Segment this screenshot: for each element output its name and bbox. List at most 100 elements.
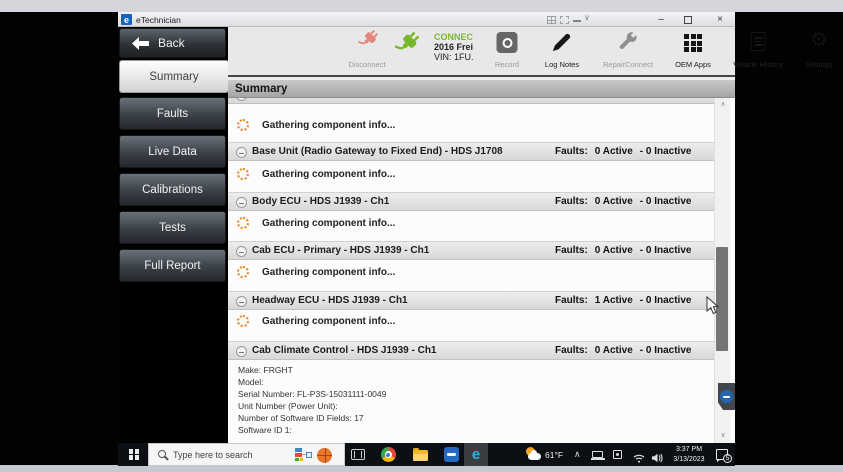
record-button[interactable]: Record <box>481 27 533 75</box>
ecu-name: Base Unit (Radio Gateway to Fixed End) -… <box>252 146 503 157</box>
oem-apps-button[interactable]: OEM Apps <box>666 27 720 75</box>
collapse-icon[interactable] <box>236 98 247 101</box>
ecu-row-headway-ecu[interactable]: Headway ECU - HDS J1939 - Ch1 Faults:1 A… <box>228 291 718 310</box>
letterbox-bottom <box>0 465 843 472</box>
faults-active: 0 Active <box>595 345 633 356</box>
collapse-icon[interactable] <box>236 147 247 158</box>
resize-icon[interactable] <box>560 16 569 24</box>
back-arrow-icon <box>132 37 150 50</box>
screen: e eTechnician ∨ – × Back Summary Faults … <box>0 0 843 472</box>
grid-icon[interactable] <box>547 16 556 24</box>
collapse-icon[interactable] <box>236 246 247 257</box>
connection-status: CONNEC 2016 Frei VIN: 1FU. <box>434 32 474 62</box>
taskbar-search[interactable]: Type here to search <box>148 443 345 466</box>
scroll-up-arrow[interactable]: ∧ <box>717 100 729 110</box>
sidebar-item-summary[interactable]: Summary <box>119 60 229 93</box>
volume-icon[interactable] <box>651 450 663 468</box>
folder-icon <box>413 450 428 461</box>
letterbox-top <box>0 0 843 12</box>
start-button[interactable] <box>122 443 146 466</box>
file-explorer-button[interactable] <box>408 443 432 466</box>
ecu-name: Cab ECU - Primary - HDS J1939 - Ch1 <box>252 245 429 256</box>
loading-text: Gathering component info... <box>262 267 395 278</box>
search-highlight-icon[interactable] <box>295 448 312 462</box>
titlebar: e eTechnician ∨ – × <box>118 12 735 27</box>
loading-row: Gathering component info... <box>228 167 718 185</box>
chevron-down-icon[interactable]: ∨ <box>584 13 590 22</box>
faults-active: 0 Active <box>595 98 633 100</box>
faults-active: 0 Active <box>595 196 633 207</box>
ecu-row-body-ecu[interactable]: Body ECU - HDS J1939 - Ch1 Faults: 0 Acti… <box>228 192 718 211</box>
edge-icon: e <box>472 447 480 462</box>
task-view-button[interactable] <box>346 443 370 466</box>
ecu-faults: Faults:1 Active- 0 Inactive <box>555 295 698 306</box>
component-details: Make: FRGHT Model: Serial Number: FL-P3S… <box>238 364 386 436</box>
spinner-icon <box>237 315 249 327</box>
ecu-name: Body ECU - HDS J1939 - Ch1 <box>252 196 389 207</box>
windows-taskbar: Type here to search e 61°F ∧ 3:37 PM 3/1… <box>118 443 735 466</box>
faults-inactive: - 0 Inactive <box>640 245 692 256</box>
remote-session-toolbar: ∨ <box>545 12 605 27</box>
ecu-faults: Faults:0 Active- 0 Inactive <box>555 196 698 207</box>
loading-text: Gathering component info... <box>262 120 395 131</box>
faults-label: Faults: <box>555 98 588 100</box>
spinner-icon <box>237 266 249 278</box>
collapse-icon[interactable] <box>236 197 247 208</box>
collapse-icon[interactable] <box>236 296 247 307</box>
sidebar-label: Tests <box>159 222 186 234</box>
ecu-faults: Faults:0 Active- 0 Inactive <box>555 345 698 356</box>
faults-active: 1 Active <box>595 295 633 306</box>
scroll-down-arrow[interactable]: ∨ <box>717 431 729 441</box>
record-icon <box>497 32 518 53</box>
sidebar-item-faults[interactable]: Faults <box>119 97 226 130</box>
weather-icon[interactable] <box>526 447 542 462</box>
network-icon[interactable] <box>633 450 645 468</box>
log-notes-button[interactable]: Log Notes <box>536 27 588 75</box>
connection-vehicle-text: 2016 Frei <box>434 42 474 52</box>
spinner-icon <box>237 168 249 180</box>
faults-label: Faults: <box>555 345 588 356</box>
teamviewer-button[interactable] <box>439 443 463 466</box>
ecu-name: Cab Climate Control - HDS J1939 - Ch1 <box>252 345 436 356</box>
faults-label: Faults: <box>555 245 588 256</box>
temperature[interactable]: 61°F <box>545 450 563 460</box>
teamviewer-panel-handle[interactable] <box>718 383 735 410</box>
ecu-row-cab-ecu[interactable]: Cab ECU - Primary - HDS J1939 - Ch1 Faul… <box>228 241 718 260</box>
apps-grid-icon <box>684 34 702 52</box>
window-maximize-button[interactable] <box>684 16 692 24</box>
sidebar-item-tests[interactable]: Tests <box>119 211 226 244</box>
faults-label: Faults: <box>555 295 588 306</box>
sidebar-label: Calibrations <box>142 184 203 196</box>
loading-row: Gathering component info... <box>228 314 718 332</box>
action-center-icon[interactable]: 5 <box>716 449 728 460</box>
collapse-icon[interactable] <box>236 346 247 357</box>
vehicle-history-label: Vehicle History <box>733 60 783 69</box>
device-tray-icon[interactable] <box>613 450 622 459</box>
hidden-icons-chevron[interactable]: ∧ <box>574 449 581 460</box>
ecu-row-base-unit[interactable]: Base Unit (Radio Gateway to Fixed End) -… <box>228 142 718 161</box>
teamviewer-taskbar-icon <box>444 447 459 462</box>
repairconnect-button[interactable]: RepairConnect <box>598 27 658 75</box>
ecu-row-transmission[interactable]: Transmission - HDS J1939 - Ch1 Faults:0 … <box>228 98 718 104</box>
chrome-icon <box>381 447 396 462</box>
sidebar-item-live-data[interactable]: Live Data <box>119 135 226 168</box>
disconnect-button[interactable]: Disconnect <box>339 27 395 75</box>
window-minimize-button[interactable]: – <box>653 14 669 25</box>
taskbar-clock[interactable]: 3:37 PM 3/13/2023 <box>666 445 712 464</box>
faults-label: Faults: <box>555 196 588 207</box>
back-button[interactable]: Back <box>119 28 226 58</box>
edge-button[interactable]: e <box>464 443 488 466</box>
vehicle-history-button[interactable]: Vehicle History <box>726 27 790 75</box>
sidebar-label: Summary <box>149 71 198 83</box>
settings-button[interactable]: ⚙ Settings <box>794 27 843 75</box>
window-close-button[interactable]: × <box>712 14 728 25</box>
faults-inactive: - 0 Inactive <box>640 146 692 157</box>
minimize-session-icon[interactable] <box>573 20 581 22</box>
chrome-button[interactable] <box>376 443 400 466</box>
laptop-tray-icon[interactable] <box>592 451 603 458</box>
repairconnect-label: RepairConnect <box>603 60 653 69</box>
sidebar-item-full-report[interactable]: Full Report <box>119 249 226 282</box>
sidebar-item-calibrations[interactable]: Calibrations <box>119 173 226 206</box>
basketball-icon[interactable] <box>317 448 332 463</box>
ecu-row-cab-climate[interactable]: Cab Climate Control - HDS J1939 - Ch1 Fa… <box>228 341 718 360</box>
